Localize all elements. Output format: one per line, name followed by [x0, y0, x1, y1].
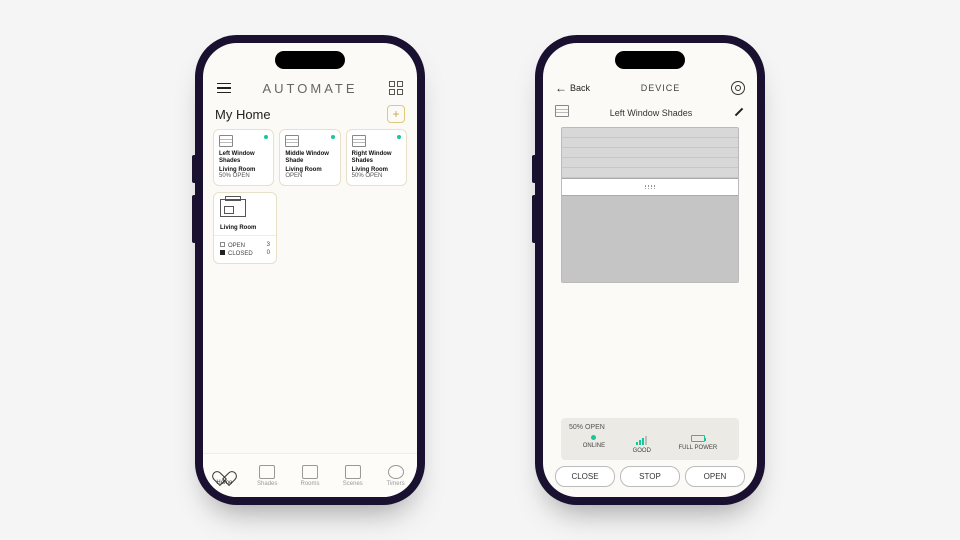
timers-icon — [388, 465, 404, 479]
room-icon — [220, 199, 246, 217]
shade-cards: Left Window Shades Living Room 50% OPEN … — [213, 129, 407, 186]
shade-card-right[interactable]: Right Window Shades Living Room 50% OPEN — [346, 129, 407, 186]
shade-status: 50% OPEN — [219, 173, 268, 179]
shade-louvers — [562, 128, 738, 178]
status-label: FULL POWER — [678, 445, 717, 451]
screen-device: ←Back DEVICE Left Window Shades 50% O — [543, 43, 757, 497]
phone-home: AUTOMATE My Home + Left Window Shades Li… — [195, 35, 425, 505]
shade-handle[interactable] — [561, 178, 739, 196]
edit-icon[interactable] — [733, 107, 745, 119]
close-button[interactable]: CLOSE — [555, 466, 615, 487]
closed-count: 0 — [267, 250, 270, 256]
closed-label: CLOSED — [228, 251, 253, 257]
open-count: 3 — [267, 242, 270, 248]
room-name: Living Room — [220, 225, 270, 231]
online-dot-icon — [591, 435, 596, 440]
menu-icon[interactable] — [215, 79, 233, 97]
shade-name: Left Window Shades — [219, 151, 268, 165]
tab-label: Rooms — [300, 481, 319, 487]
tab-shades[interactable]: Shades — [246, 454, 289, 497]
shade-status: 50% OPEN — [352, 173, 401, 179]
dynamic-island — [275, 51, 345, 69]
shade-icon — [352, 135, 366, 147]
shades-icon — [259, 465, 275, 479]
room-card[interactable]: Living Room OPEN 3 CLOSED 0 — [213, 192, 277, 264]
shade-icon — [555, 105, 569, 117]
back-label: Back — [570, 83, 590, 93]
shade-card-middle[interactable]: Middle Window Shade Living Room OPEN — [279, 129, 340, 186]
status-label: GOOD — [633, 448, 651, 454]
shade-name: Right Window Shades — [352, 151, 401, 165]
status-power: FULL POWER — [678, 435, 717, 454]
layout-grid-icon[interactable] — [387, 79, 405, 97]
tab-label: Shades — [257, 481, 277, 487]
scenes-icon — [345, 465, 361, 479]
status-label: ONLINE — [583, 443, 605, 449]
tab-home[interactable]: Home — [203, 454, 246, 497]
phone-device: ←Back DEVICE Left Window Shades 50% O — [535, 35, 765, 505]
shade-bottom — [562, 196, 738, 282]
status-online: ONLINE — [583, 435, 605, 454]
tab-label: Scenes — [343, 481, 363, 487]
control-row: CLOSE STOP OPEN — [543, 460, 757, 497]
online-dot-icon — [397, 135, 401, 139]
back-button[interactable]: ←Back — [555, 81, 590, 95]
tab-scenes[interactable]: Scenes — [331, 454, 374, 497]
open-label: OPEN — [228, 243, 245, 249]
heart-icon — [217, 465, 232, 478]
shade-icon — [219, 135, 233, 147]
room-stats: OPEN 3 CLOSED 0 — [214, 235, 276, 263]
status-signal: GOOD — [633, 435, 651, 454]
device-body: 50% OPEN ONLINE GOOD FULL POWER — [543, 127, 757, 460]
status-panel: 50% OPEN ONLINE GOOD FULL POWER — [561, 418, 739, 460]
shade-status: OPEN — [285, 173, 334, 179]
device-header-title: DEVICE — [641, 83, 681, 93]
device-name: Left Window Shades — [569, 108, 733, 118]
home-content: Left Window Shades Living Room 50% OPEN … — [203, 129, 417, 453]
settings-icon[interactable] — [731, 81, 745, 95]
stop-button[interactable]: STOP — [620, 466, 680, 487]
signal-bars-icon — [636, 435, 647, 445]
shade-name: Middle Window Shade — [285, 151, 334, 165]
tab-rooms[interactable]: Rooms — [289, 454, 332, 497]
section-header: My Home + — [203, 101, 417, 129]
open-status: 50% OPEN — [569, 424, 731, 431]
dynamic-island — [615, 51, 685, 69]
shade-visualizer[interactable] — [561, 127, 739, 283]
open-button[interactable]: OPEN — [685, 466, 745, 487]
battery-icon — [691, 435, 705, 442]
rooms-icon — [302, 465, 318, 479]
device-header: ←Back DEVICE — [543, 75, 757, 101]
online-dot-icon — [264, 135, 268, 139]
shade-icon — [285, 135, 299, 147]
section-title: My Home — [215, 107, 271, 122]
app-header: AUTOMATE — [203, 75, 417, 101]
device-name-row: Left Window Shades — [543, 101, 757, 127]
back-arrow-icon: ← — [555, 81, 567, 95]
app-brand: AUTOMATE — [262, 81, 357, 96]
tab-bar: Home Shades Rooms Scenes Timers — [203, 453, 417, 497]
add-button[interactable]: + — [387, 105, 405, 123]
tab-label: Timers — [387, 481, 405, 487]
screen-home: AUTOMATE My Home + Left Window Shades Li… — [203, 43, 417, 497]
shade-card-left[interactable]: Left Window Shades Living Room 50% OPEN — [213, 129, 274, 186]
tab-timers[interactable]: Timers — [374, 454, 417, 497]
online-dot-icon — [331, 135, 335, 139]
